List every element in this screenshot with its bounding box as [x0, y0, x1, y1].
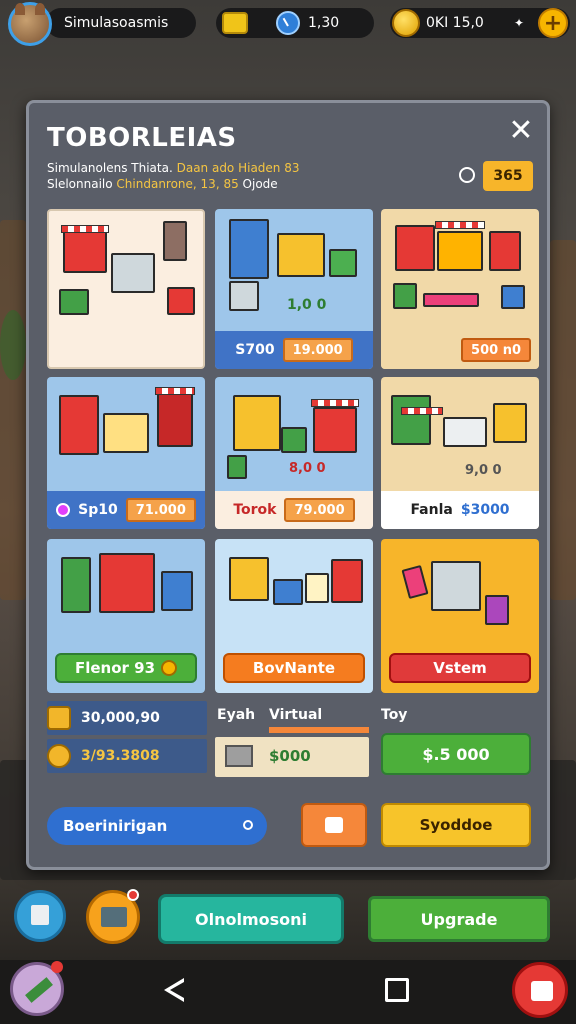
shop-card-1[interactable]: [47, 209, 205, 369]
shop-card-7[interactable]: Flenor 93: [47, 539, 205, 693]
player-avatar[interactable]: [8, 2, 52, 46]
buy-button[interactable]: 79.000: [284, 498, 355, 522]
coin-icon: [161, 660, 178, 676]
card-label: Fanla: [410, 502, 453, 518]
cart-art: [111, 253, 155, 293]
card-action-button[interactable]: Vstem: [389, 653, 531, 683]
card-action-button[interactable]: Flenor 93: [55, 653, 197, 683]
notification-badge: [127, 889, 139, 901]
card-label: Sp10: [78, 502, 118, 518]
player-name: Simulasoasmis: [64, 15, 169, 31]
mid-label-b: Virtual: [269, 707, 323, 723]
register-icon: [225, 745, 253, 767]
edit-shortcut-button[interactable]: [10, 961, 64, 1016]
stat-row-1: 30,000,90: [47, 701, 207, 735]
recents-icon[interactable]: [385, 978, 409, 1002]
gift-icon: [325, 817, 343, 833]
coin-icon: [392, 9, 420, 37]
shop-card-3[interactable]: 500 n0: [381, 209, 539, 369]
clipboard-icon: [31, 905, 49, 925]
mid-label-a: Eyah: [217, 707, 256, 723]
card-label: S700: [235, 342, 275, 358]
shop-card-9[interactable]: Vstem: [381, 539, 539, 693]
mid-value-field: $000: [215, 737, 369, 777]
background-plant: [0, 310, 26, 380]
register-icon: [101, 907, 127, 927]
notification-badge: [51, 961, 63, 973]
gift-shortcut-button[interactable]: [512, 962, 568, 1018]
card-label: Torok: [233, 502, 277, 518]
coin-stack-icon: [47, 706, 71, 730]
shop-card-2[interactable]: 1,0 0 S700 19.000: [215, 209, 373, 369]
player-name-pill[interactable]: Simulasoasmis: [46, 8, 196, 38]
shop-panel: TOBORLEIAS ✕ Simulanolens Thiata. Daan a…: [26, 100, 550, 870]
clock-icon: [276, 11, 300, 35]
background-shelf-left: [0, 220, 26, 600]
upgrade-button[interactable]: Upgrade: [368, 896, 550, 942]
ticket-icon: [222, 12, 248, 34]
machine-art: [163, 221, 187, 261]
panel-subtitle-line1: Simulanolens Thiata. Daan ado Hiaden 83: [47, 161, 300, 175]
buy-total-button[interactable]: $.5 000: [381, 733, 531, 775]
gem-icon: [56, 503, 71, 517]
search-button[interactable]: Boerinirigan: [47, 807, 267, 845]
tickets-value: 1,30: [308, 15, 340, 31]
card-art-value: 1,0 0: [287, 297, 327, 313]
inventory-button[interactable]: [14, 890, 66, 942]
card-action-button[interactable]: BovNante: [223, 653, 365, 683]
buy-button[interactable]: 500 n0: [461, 338, 531, 362]
gift-icon: [531, 981, 553, 1001]
tickets-pill[interactable]: 1,30: [216, 8, 374, 38]
panel-subtitle-line2: Slelonnailo Chindanrone, 13, 85 Ojode: [47, 177, 278, 191]
coins-pill[interactable]: 0KI 15,0 ✦ +: [390, 8, 570, 38]
add-coins-button[interactable]: +: [538, 8, 568, 38]
stall-art: [63, 229, 107, 273]
close-button[interactable]: ✕: [507, 116, 535, 146]
buy-button[interactable]: 19.000: [282, 338, 353, 362]
shop-list-button[interactable]: [86, 889, 140, 944]
shop-card-6[interactable]: 9,0 0 Fanla $3000: [381, 377, 539, 529]
info-icon[interactable]: [459, 167, 475, 183]
panel-price-tag[interactable]: 365: [483, 161, 533, 191]
search-icon: [243, 820, 253, 830]
teal-action-button[interactable]: Olnolmosoni: [158, 894, 344, 944]
sparkle-icon: ✦: [514, 16, 525, 30]
pencil-icon: [25, 977, 53, 1003]
forklift-art: [59, 289, 89, 315]
background-shelf-right: [550, 240, 576, 600]
card-art-value: 9,0 0: [465, 463, 502, 478]
crate-art: [167, 287, 195, 315]
right-label: Toy: [381, 707, 408, 723]
top-hud: Simulasoasmis 1,30 0KI 15,0 ✦ +: [0, 0, 576, 46]
card-art-value: 8,0 0: [289, 461, 326, 476]
shop-card-4[interactable]: Sp10 71.000: [47, 377, 205, 529]
stat-row-2: 3/93.3808: [47, 739, 207, 773]
card-price[interactable]: $3000: [461, 502, 510, 518]
syoddoe-button[interactable]: Syoddoe: [381, 803, 531, 847]
shop-card-8[interactable]: BovNante: [215, 539, 373, 693]
panel-title: TOBORLEIAS: [47, 123, 237, 153]
shop-card-5[interactable]: 8,0 0 Torok 79.000: [215, 377, 373, 529]
system-navbar: [0, 960, 576, 1024]
buy-button[interactable]: 71.000: [125, 498, 196, 522]
coin-icon: [47, 744, 71, 768]
gift-button[interactable]: [301, 803, 367, 847]
coins-value: 0KI 15,0: [426, 15, 484, 31]
progress-bar: [269, 727, 369, 733]
